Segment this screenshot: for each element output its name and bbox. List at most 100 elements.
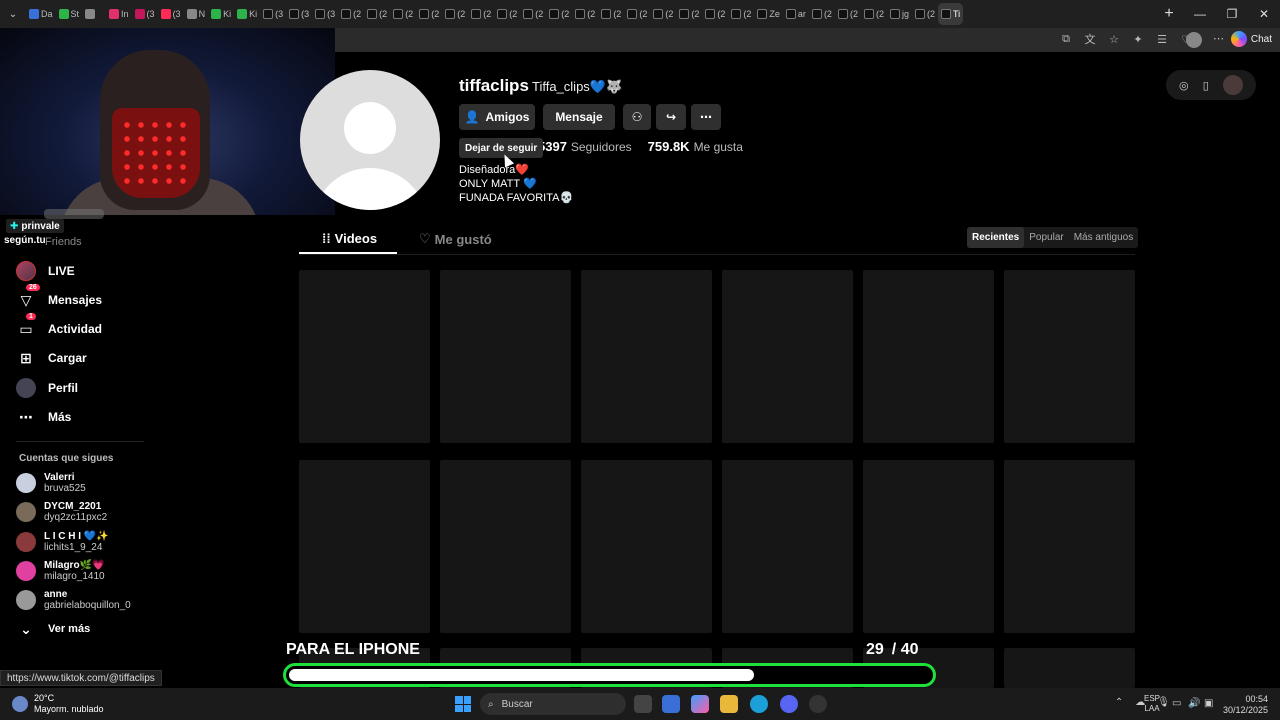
browser-tab[interactable]: (3 [312, 3, 338, 25]
network-icon[interactable]: ▭ [1172, 698, 1181, 709]
phone-icon[interactable]: ▯ [1203, 79, 1209, 92]
sidebar-item-live[interactable]: LIVE [16, 259, 75, 283]
browser-profile-avatar[interactable] [1186, 32, 1202, 48]
video-thumbnail[interactable] [299, 270, 430, 443]
video-thumbnail[interactable] [440, 460, 571, 633]
message-button[interactable]: Mensaje [543, 104, 615, 130]
language-indicator[interactable]: ESP LAA [1144, 694, 1160, 714]
sidebar-item-messages[interactable]: ▽ 26 Mensajes [16, 284, 102, 312]
sort-recent-button[interactable]: Recientes [967, 227, 1025, 248]
video-thumbnail[interactable] [863, 270, 994, 443]
file-explorer-icon[interactable] [720, 695, 738, 713]
browser-tab[interactable]: (2 [809, 3, 835, 25]
minimize-icon[interactable]: — [1184, 0, 1216, 28]
browser-tab[interactable]: Ti [938, 3, 964, 25]
browser-tab[interactable]: Ze [754, 3, 783, 25]
sort-popular-button[interactable]: Popular [1024, 227, 1068, 248]
following-account[interactable]: L I C H I 💙✨ lichits1_9_24 [16, 529, 109, 555]
favorites-icon[interactable]: ☰ [1154, 31, 1170, 47]
video-thumbnail[interactable] [722, 270, 853, 443]
video-thumbnail[interactable] [440, 270, 571, 443]
friends-button[interactable]: 👤 Amigos [459, 104, 535, 130]
user-avatar[interactable] [1222, 75, 1243, 95]
open-app-icon[interactable]: ⧉ [1058, 31, 1074, 47]
browser-tab[interactable]: (2 [835, 3, 861, 25]
video-thumbnail[interactable] [1004, 270, 1135, 443]
video-thumbnail[interactable] [581, 460, 712, 633]
following-account[interactable]: Valerri bruva525 [16, 470, 86, 496]
sort-oldest-button[interactable]: Más antiguos [1069, 227, 1138, 248]
browser-tab[interactable]: (2 [468, 3, 494, 25]
sidebar-item-upload[interactable]: ⊞ Cargar [16, 346, 87, 370]
sidebar-item-friends[interactable]: Friends [45, 236, 82, 248]
browser-tab[interactable]: ar [783, 3, 809, 25]
browser-tab[interactable]: St [56, 3, 83, 25]
browser-tab[interactable] [82, 3, 106, 25]
browser-tab[interactable]: (2 [676, 3, 702, 25]
tab-liked[interactable]: ♡ Me gustó [419, 231, 492, 247]
volume-icon[interactable]: 🔊 [1188, 698, 1200, 709]
video-thumbnail[interactable] [581, 270, 712, 443]
discord-icon[interactable] [780, 695, 798, 713]
browser-tab[interactable]: (2 [650, 3, 676, 25]
task-view-icon[interactable] [634, 695, 652, 713]
add-friend-button[interactable]: ⚇ [623, 104, 651, 130]
clock[interactable]: 00:54 30/12/2025 [1223, 694, 1268, 716]
following-account[interactable]: anne gabrielaboquillon_0 [16, 587, 131, 613]
following-account[interactable]: Milagro🌿💗 milagro_1410 [16, 558, 105, 584]
tab-videos[interactable]: ⁞⁞ Videos [322, 231, 377, 246]
browser-tab[interactable]: Da [26, 3, 56, 25]
more-options-button[interactable]: ⋯ [691, 104, 721, 130]
battery-icon[interactable]: ▣ [1204, 698, 1213, 709]
close-window-icon[interactable]: ✕ [1248, 0, 1280, 28]
taskbar-search[interactable]: ⌕ Buscar [480, 693, 626, 715]
favorite-star-icon[interactable]: ☆ [1106, 31, 1122, 47]
compass-icon[interactable]: ◎ [1179, 79, 1189, 92]
browser-tab[interactable]: (2 [390, 3, 416, 25]
edge-icon[interactable] [750, 695, 768, 713]
sidebar-item-activity[interactable]: ▭ 1 Actividad [16, 313, 102, 341]
following-account[interactable]: DYCM_2201 dyq2zc11pxc2 [16, 499, 107, 525]
browser-tab[interactable]: (2 [546, 3, 572, 25]
video-thumbnail[interactable] [722, 460, 853, 633]
weather-widget[interactable]: 20°C Mayorm. nublado [12, 693, 104, 715]
followers-label[interactable]: Seguidores [571, 140, 632, 154]
browser-tab[interactable]: (3 [132, 3, 158, 25]
new-tab-button[interactable]: + [1154, 0, 1184, 28]
copilot-chat-button[interactable]: Chat [1230, 31, 1272, 47]
browser-tab[interactable]: Ki [208, 3, 234, 25]
extensions-icon[interactable]: ✦ [1130, 31, 1146, 47]
tab-actions-chevron-icon[interactable]: ⌄ [0, 0, 26, 28]
windows-start-icon[interactable] [455, 696, 471, 712]
video-thumbnail[interactable] [863, 460, 994, 633]
browser-tab[interactable]: (2 [442, 3, 468, 25]
browser-tab[interactable]: Ki [234, 3, 260, 25]
browser-tab[interactable]: (2 [598, 3, 624, 25]
browser-tab[interactable]: (2 [494, 3, 520, 25]
browser-tab[interactable]: (2 [702, 3, 728, 25]
browser-tab[interactable]: (2 [416, 3, 442, 25]
browser-tab[interactable]: N [184, 3, 209, 25]
copilot-app-icon[interactable] [691, 695, 709, 713]
browser-tab[interactable]: (2 [912, 3, 938, 25]
chevron-up-icon[interactable]: ⌃ [1115, 697, 1123, 708]
video-thumbnail[interactable] [1004, 460, 1135, 633]
browser-tab[interactable]: jg [887, 3, 912, 25]
share-button[interactable]: ↪ [656, 104, 686, 130]
video-thumbnail[interactable] [1004, 648, 1135, 688]
translate-icon[interactable]: 文 [1082, 31, 1098, 47]
browser-tab[interactable]: (2 [861, 3, 887, 25]
store-icon[interactable] [662, 695, 680, 713]
browser-tab[interactable]: (3 [260, 3, 286, 25]
browser-tab[interactable]: (2 [728, 3, 754, 25]
settings-more-icon[interactable]: ⋯ [1213, 32, 1224, 45]
sidebar-item-profile[interactable]: Perfil [16, 376, 78, 400]
video-thumbnail[interactable] [299, 460, 430, 633]
see-more-button[interactable]: ⌄ Ver más [16, 617, 90, 641]
browser-tab[interactable]: (3 [286, 3, 312, 25]
browser-tab[interactable]: (3 [158, 3, 184, 25]
browser-tab[interactable]: (2 [520, 3, 546, 25]
restore-icon[interactable]: ❐ [1216, 0, 1248, 28]
sidebar-item-more[interactable]: ⋯ Más [16, 405, 71, 429]
obs-icon[interactable] [809, 695, 827, 713]
